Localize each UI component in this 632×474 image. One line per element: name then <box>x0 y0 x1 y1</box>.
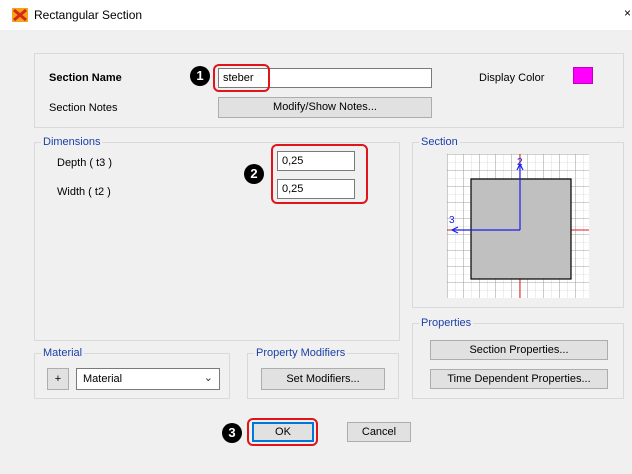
set-modifiers-button[interactable]: Set Modifiers... <box>261 368 385 390</box>
width-label: Width ( t2 ) <box>57 186 111 198</box>
step-2-badge: 2 <box>244 164 264 184</box>
section-preview-label: Section <box>419 136 460 148</box>
material-group-label: Material <box>41 347 85 359</box>
display-color-swatch[interactable] <box>573 67 593 84</box>
modify-show-notes-button[interactable]: Modify/Show Notes... <box>218 97 432 118</box>
time-dependent-properties-button[interactable]: Time Dependent Properties... <box>430 369 608 389</box>
step-3-badge: 3 <box>222 423 242 443</box>
material-select[interactable]: Material ⌄ <box>76 368 220 390</box>
material-select-value: Material <box>83 373 123 385</box>
section-preview-canvas <box>447 154 589 298</box>
step-1-badge: 1 <box>190 66 210 86</box>
dimensions-group-label: Dimensions <box>41 136 103 148</box>
cross-section-app-icon <box>12 8 28 22</box>
properties-group-label: Properties <box>419 317 474 329</box>
callout-box-ok <box>247 418 318 446</box>
section-name-label: Section Name <box>49 72 122 84</box>
chevron-down-icon: ⌄ <box>203 372 213 384</box>
callout-box-dimensions <box>271 144 368 204</box>
section-properties-button[interactable]: Section Properties... <box>430 340 608 360</box>
window-title: Rectangular Section <box>34 8 143 22</box>
property-modifiers-label: Property Modifiers <box>254 347 348 359</box>
section-rectangle <box>470 178 572 280</box>
title-bar: Rectangular Section × <box>0 0 632 30</box>
depth-label: Depth ( t3 ) <box>57 157 113 169</box>
section-notes-label: Section Notes <box>49 102 118 114</box>
axis-3-label: 3 <box>449 215 455 226</box>
axis-2-label: 2 <box>517 157 523 168</box>
add-material-button[interactable]: + <box>47 368 69 390</box>
display-color-label: Display Color <box>479 72 545 84</box>
callout-box-section-name <box>213 64 270 92</box>
close-icon[interactable]: × <box>624 6 631 20</box>
cancel-button[interactable]: Cancel <box>347 422 411 442</box>
